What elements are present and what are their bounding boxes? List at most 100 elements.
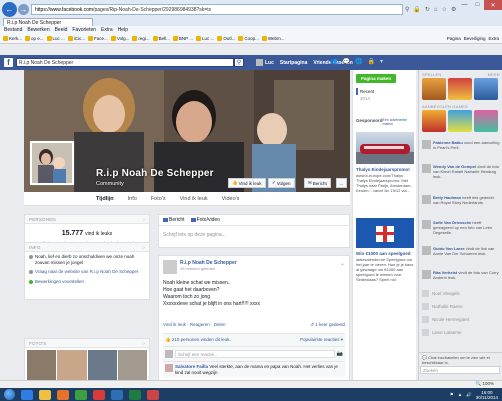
app-icon[interactable]: [75, 389, 87, 400]
refresh-icon[interactable]: ↻: [425, 6, 430, 13]
maximize-icon[interactable]: □: [471, 0, 484, 10]
ad-image[interactable]: [356, 132, 414, 164]
privacy-lock-icon[interactable]: 🔒: [367, 58, 374, 65]
favorite-link[interactable]: Luc ...: [196, 36, 214, 41]
photo-thumbnail[interactable]: [57, 350, 87, 384]
flag-icon[interactable]: ⚑: [450, 392, 454, 398]
tab-timeline[interactable]: Tijdlijn: [96, 196, 114, 202]
follow-button[interactable]: ✓ Volgen: [268, 178, 295, 188]
minimize-icon[interactable]: —: [458, 0, 471, 10]
favorite-link[interactable]: BNP ...: [172, 36, 193, 41]
close-icon[interactable]: ✕: [484, 0, 502, 10]
chevron-right-icon[interactable]: ›: [143, 217, 145, 222]
menu-item[interactable]: Beeld: [55, 27, 68, 33]
game-tile[interactable]: [448, 78, 472, 100]
share-count[interactable]: ↺ 1 keer gedeeld: [310, 322, 345, 328]
favorite-link[interactable]: Bell...: [152, 36, 170, 41]
chat-enable-link[interactable]: Chat inschakelen om te zien wie er besch…: [422, 355, 490, 365]
excel-icon[interactable]: [129, 389, 141, 400]
zoom-level[interactable]: 🔍 100%: [476, 381, 494, 387]
gear-icon[interactable]: ⚙: [451, 6, 456, 13]
ticker-item[interactable]: Rita Verhelst vindt de foto van Corry An…: [422, 270, 500, 280]
tab-likes[interactable]: Vind ik leuk: [180, 196, 208, 202]
favorite-link[interactable]: Volg...: [110, 36, 129, 41]
chat-contact[interactable]: Nathalie Raeve: [422, 303, 500, 310]
folder-icon[interactable]: [39, 389, 51, 400]
favorite-link[interactable]: regi...: [132, 36, 150, 41]
start-button-icon[interactable]: [4, 389, 15, 400]
chat-contact[interactable]: Noel Vleugels: [422, 290, 500, 297]
ticker-item[interactable]: Wendy Van de Gompel vindt de foto van Ki…: [422, 164, 500, 179]
like-page-button[interactable]: 👍 Vind ik leuk: [228, 178, 266, 188]
create-ad-link[interactable]: Een advertentie maken: [383, 118, 414, 126]
menu-item[interactable]: Help: [118, 27, 128, 33]
ad-title[interactable]: Thalys Eindejaarspromo!: [356, 167, 414, 172]
year-2014[interactable]: 2014: [360, 95, 374, 102]
sort-comments[interactable]: Populairste reacties ▾: [300, 337, 343, 343]
chat-contact[interactable]: Nicole Hennegaert: [422, 316, 500, 323]
star-icon[interactable]: ☆: [442, 6, 447, 13]
composer-input[interactable]: Schrijf iets op deze pagina...: [159, 226, 349, 244]
facebook-logo-icon[interactable]: f: [4, 58, 13, 67]
favorite-link[interactable]: Webm...: [261, 36, 285, 41]
favorite-link[interactable]: Outl...: [217, 36, 235, 41]
messages-icon[interactable]: 💬: [342, 58, 349, 65]
ad-image[interactable]: [356, 218, 414, 248]
network-icon[interactable]: ▲: [458, 392, 462, 397]
favorite-link[interactable]: op e...: [25, 36, 44, 41]
chevron-right-icon[interactable]: ›: [143, 245, 145, 250]
message-button[interactable]: ✉ Bericht: [304, 178, 331, 188]
comment-input[interactable]: Schrijf een reactie...: [175, 350, 335, 358]
photo-thumbnail[interactable]: [87, 350, 117, 384]
tab-info[interactable]: Info: [128, 196, 137, 202]
photo-thumbnail[interactable]: [27, 350, 57, 384]
command-extra[interactable]: Extra: [488, 36, 499, 41]
forward-button[interactable]: →: [18, 4, 29, 15]
ie-icon[interactable]: [21, 389, 33, 400]
tab-videos[interactable]: Video's: [222, 196, 240, 202]
search-icon[interactable]: ⚲: [405, 6, 409, 13]
menu-item[interactable]: Favorieten: [72, 27, 96, 33]
camera-icon[interactable]: 📷: [337, 351, 343, 357]
more-options-button[interactable]: ...: [336, 178, 347, 188]
composer-tab-photo[interactable]: Foto/video: [190, 217, 220, 223]
clock[interactable]: 16:00 30/11/2014: [476, 390, 498, 400]
lock-icon[interactable]: 🔒: [413, 6, 420, 13]
avatar[interactable]: [165, 364, 173, 372]
favorite-link[interactable]: Kerk...: [3, 36, 22, 41]
search-button[interactable]: ⚲: [234, 58, 244, 67]
post-timestamp[interactable]: 35 minuten geleden: [180, 266, 237, 271]
chat-contact[interactable]: Lieve Lataeme: [422, 329, 500, 336]
notifications-icon[interactable]: 🌐: [355, 58, 362, 65]
menu-item[interactable]: Bestand: [4, 27, 22, 33]
create-page-button[interactable]: Pagina maken: [356, 74, 396, 83]
info-website[interactable]: Vraag naar de website van R.i.p Noah De …: [25, 267, 149, 277]
composer-tab-post[interactable]: Bericht: [163, 217, 185, 223]
ticker-item[interactable]: Betty Haulman heeft iets gedeeld van Roy…: [422, 195, 500, 205]
chat-search-input[interactable]: Zoeken: [420, 366, 500, 374]
suggest-edits[interactable]: Bewerkingen voorstellen: [25, 277, 149, 287]
menu-item[interactable]: Bewerken: [27, 27, 49, 33]
friend-requests-icon[interactable]: 👥: [330, 58, 337, 65]
photo-thumbnail[interactable]: [117, 350, 147, 384]
ticker-item[interactable]: Fabienne Batku vond een aanvulling in Pe…: [422, 140, 500, 150]
app-icon[interactable]: [93, 389, 105, 400]
app-icon[interactable]: [147, 389, 159, 400]
menu-item[interactable]: Extra: [101, 27, 113, 33]
avatar[interactable]: [163, 260, 177, 274]
favorite-link[interactable]: iCic...: [67, 36, 85, 41]
game-tile[interactable]: [422, 110, 446, 132]
tab-photos[interactable]: Foto's: [151, 196, 166, 202]
ad-title[interactable]: Win €1000 aan speelgoed: [356, 251, 414, 256]
volume-icon[interactable]: 🔊: [466, 392, 472, 398]
game-tile[interactable]: [474, 110, 498, 132]
favorite-link[interactable]: Coop...: [238, 36, 259, 41]
home-link[interactable]: Startpagina: [280, 60, 308, 66]
comment-author[interactable]: Salvatore Failla: [175, 364, 208, 369]
chevron-down-icon[interactable]: ⌄: [340, 260, 345, 274]
command-beveiliging[interactable]: Beveiliging: [464, 36, 486, 41]
likes-summary[interactable]: 👍 210 personen vinden dit leuk.: [165, 337, 231, 343]
facebook-search-input[interactable]: R.i.p Noah De Schepper: [16, 58, 234, 67]
year-recent[interactable]: Recent: [356, 88, 374, 95]
game-tile[interactable]: [448, 110, 472, 132]
